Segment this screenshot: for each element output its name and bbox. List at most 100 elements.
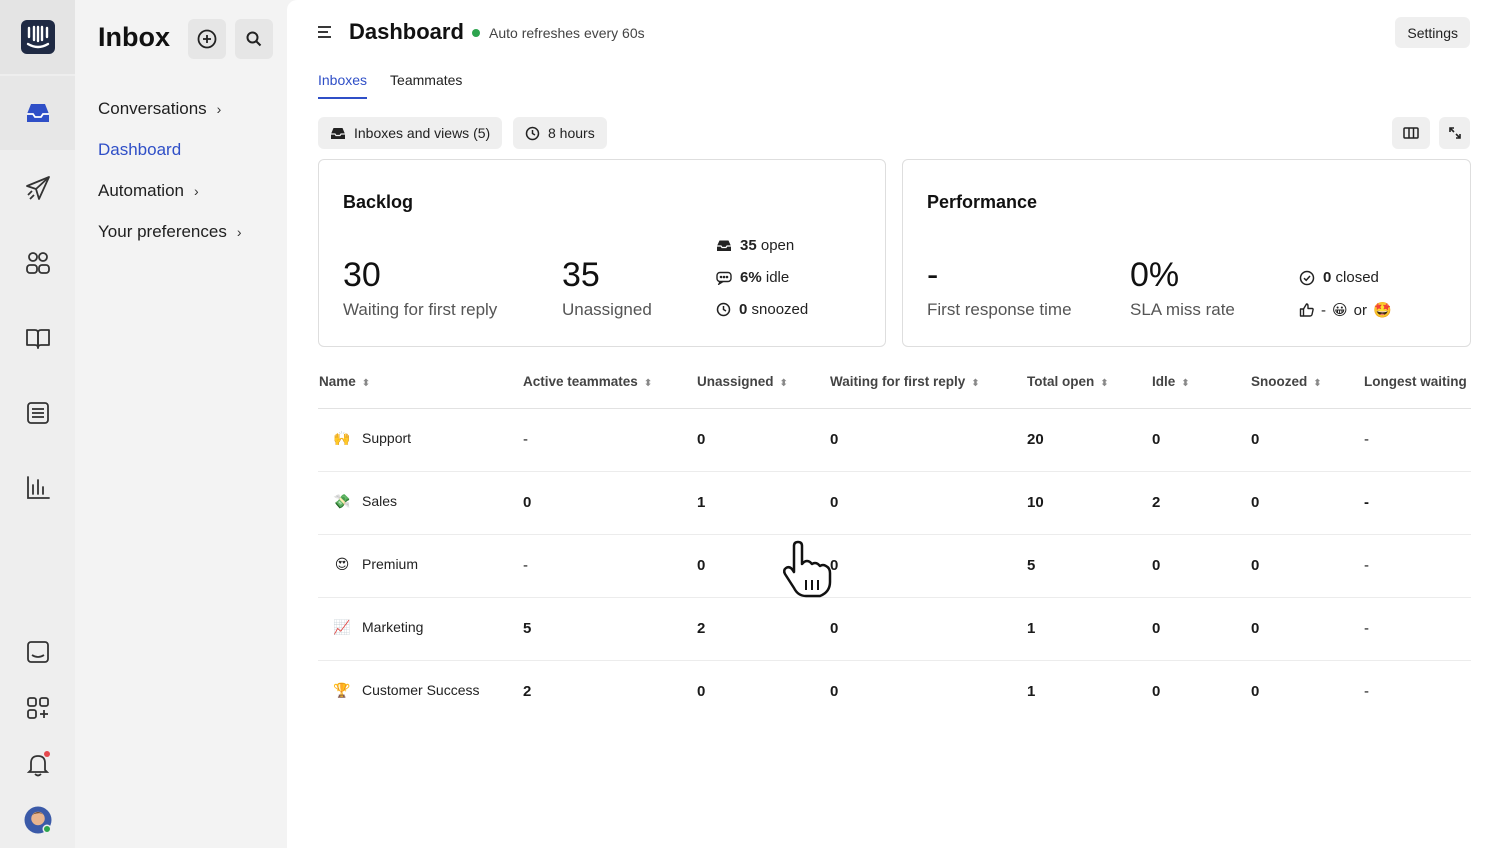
settings-button[interactable]: Settings [1395, 17, 1470, 48]
chevron-right-icon: › [194, 182, 199, 199]
chart-increasing-emoji-icon: 📈 [333, 618, 351, 635]
notification-dot [43, 751, 50, 757]
column-header-active[interactable]: Active teammates ⬍ [523, 374, 652, 389]
cell-unassigned: 0 [697, 557, 706, 574]
cell-idle: 0 [1152, 683, 1161, 700]
time-range-filter[interactable]: 8 hours [513, 117, 607, 149]
hand-cursor-icon [780, 540, 842, 605]
snoozed-stat: 0 snoozed [716, 301, 808, 318]
row-name[interactable]: 😍 Premium [330, 552, 418, 576]
app-logo[interactable] [0, 0, 75, 74]
cell-active: - [523, 431, 528, 448]
tab-inboxes[interactable]: Inboxes [318, 72, 368, 99]
cell-unassigned: 1 [697, 494, 706, 511]
column-header-idle[interactable]: Idle ⬍ [1152, 374, 1190, 389]
rail-profile[interactable] [0, 783, 75, 848]
dashboard-panel: Dashboard Auto refreshes every 60s Setti… [287, 0, 1500, 848]
columns-icon [1403, 127, 1419, 139]
cell-active: - [523, 557, 528, 574]
fullscreen-button[interactable] [1439, 117, 1470, 149]
column-header-snoozed[interactable]: Snoozed ⬍ [1251, 374, 1322, 389]
inbox-name: Marketing [362, 619, 424, 635]
closed-label: closed [1335, 269, 1379, 286]
row-name[interactable]: 🙌 Support [330, 426, 411, 450]
rail-reports-list[interactable] [0, 376, 75, 450]
nav-item-automation[interactable]: Automation › [98, 170, 242, 211]
chevron-right-icon: › [236, 223, 242, 240]
frt-value: - [927, 256, 939, 294]
nav-item-conversations[interactable]: Conversations › [98, 88, 242, 129]
unassigned-value: 35 [562, 256, 600, 294]
clock-icon [525, 126, 540, 140]
menu-toggle[interactable] [317, 24, 333, 45]
cell-snoozed: 0 [1251, 683, 1260, 700]
search-button[interactable] [235, 19, 273, 59]
tab-teammates[interactable]: Teammates [390, 72, 462, 99]
cell-active: 5 [523, 620, 532, 637]
trophy-emoji-icon: 🏆 [333, 681, 351, 698]
chevron-right-icon: › [216, 100, 222, 117]
cell-unassigned: 2 [697, 620, 706, 637]
backlog-card: Backlog 30 Waiting for first reply 35 Un… [318, 159, 886, 347]
inbox-icon [331, 128, 345, 139]
idle-stat: 6% idle [716, 269, 789, 286]
cell-snoozed: 0 [1251, 494, 1260, 511]
cell-active: 0 [523, 494, 532, 511]
snoozed-value: 0 [739, 301, 748, 318]
inboxes-filter[interactable]: Inboxes and views (5) [318, 117, 503, 149]
column-header-longest-waiting[interactable]: Longest waiting [1364, 374, 1467, 389]
column-header-waiting[interactable]: Waiting for first reply ⬍ [830, 374, 980, 389]
cell-total-open: 5 [1027, 557, 1036, 574]
row-name[interactable]: 🏆 Customer Success [330, 678, 479, 702]
performance-card: Performance - First response time 0% SLA… [902, 159, 1471, 347]
backlog-title: Backlog [343, 192, 414, 212]
inbox-name: Premium [362, 556, 419, 572]
nav-item-label: Automation [98, 180, 184, 200]
cell-waiting: 0 [830, 431, 839, 448]
nav-list: Conversations › Dashboard Automation › Y… [98, 88, 242, 252]
cell-total-open: 20 [1027, 431, 1044, 448]
open-stat: 35 open [716, 237, 794, 254]
nav-item-preferences[interactable]: Your preferences › [98, 211, 242, 252]
open-value: 35 [740, 237, 757, 254]
rail-knowledge[interactable] [0, 301, 75, 375]
table-row[interactable]: 😍 Premium - 0 0 5 0 0 - [318, 535, 1471, 598]
table-row[interactable]: 📈 Marketing 5 2 0 1 0 0 - [318, 598, 1471, 661]
rail-inbox[interactable] [0, 76, 75, 150]
cell-total-open: 10 [1027, 494, 1044, 511]
performance-title: Performance [927, 192, 1038, 212]
column-header-name[interactable]: Name ⬍ [319, 374, 370, 389]
sort-icon: ⬍ [971, 378, 980, 389]
document-list-icon [26, 402, 49, 424]
table-row[interactable]: 🙌 Support - 0 0 20 0 0 - [318, 409, 1471, 472]
csat-or: or [1353, 301, 1367, 319]
cell-longest-waiting: - [1364, 494, 1369, 511]
book-icon [25, 329, 50, 349]
columns-button[interactable] [1392, 117, 1430, 149]
sort-icon: ⬍ [779, 378, 788, 389]
rail-reports[interactable] [0, 451, 75, 525]
online-status-dot [42, 824, 51, 834]
column-header-total-open[interactable]: Total open ⬍ [1027, 374, 1109, 389]
waiting-label: Waiting for first reply [343, 300, 498, 319]
sort-icon: ⬍ [1181, 378, 1190, 389]
rail-outbound[interactable] [0, 151, 75, 225]
clock-icon [716, 302, 731, 317]
nav-title: Inbox [98, 22, 170, 52]
idle-value: 6% [740, 269, 762, 286]
csat-dash: - [1321, 301, 1326, 319]
cell-waiting: 0 [830, 620, 839, 637]
table-row[interactable]: 🏆 Customer Success 2 0 0 1 0 0 - [318, 661, 1471, 724]
open-label: open [760, 237, 795, 254]
new-conversation-button[interactable] [188, 19, 226, 59]
rail-contacts[interactable] [0, 226, 75, 300]
column-header-unassigned[interactable]: Unassigned ⬍ [697, 374, 788, 389]
paper-plane-icon [25, 176, 50, 200]
row-name[interactable]: 📈 Marketing [330, 615, 423, 639]
column-header-label: Active teammates [523, 374, 638, 389]
sort-icon: ⬍ [1100, 378, 1109, 389]
nav-item-dashboard[interactable]: Dashboard [98, 129, 242, 170]
row-name[interactable]: 💸 Sales [330, 489, 397, 513]
table-row[interactable]: 💸 Sales 0 1 0 10 2 0 - [318, 472, 1471, 535]
sla-label: SLA miss rate [1130, 300, 1235, 319]
